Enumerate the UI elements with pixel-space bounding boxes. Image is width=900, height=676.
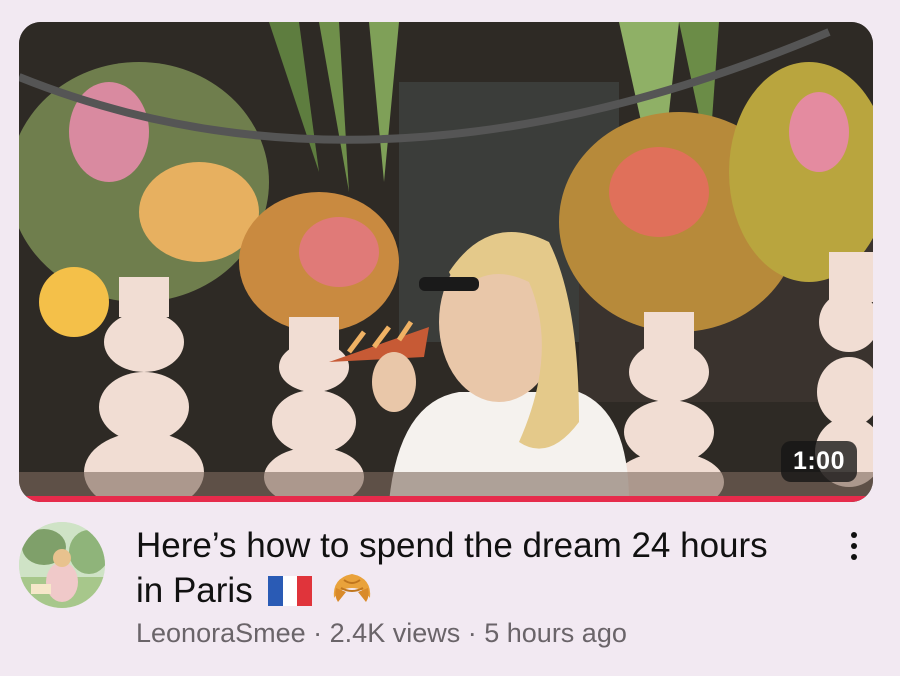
more-options-button[interactable] (838, 524, 870, 568)
video-thumbnail[interactable]: 1:00 (19, 22, 873, 502)
video-title[interactable]: Here’s how to spend the dream 24 hours i… (136, 524, 776, 623)
meta-separator: · (313, 618, 323, 648)
meta-separator: · (467, 618, 477, 648)
watch-progress-fill (19, 496, 873, 502)
flag-france-icon (268, 573, 313, 617)
video-card[interactable]: 1:00 Here’s how to spend the dream 24 ho… (0, 0, 900, 676)
watch-progress-bar (19, 496, 873, 502)
upload-time: 5 hours ago (484, 618, 627, 648)
view-count: 2.4K views (329, 618, 461, 648)
duration-badge: 1:00 (780, 441, 857, 482)
croissant-icon (328, 568, 376, 623)
more-vertical-icon (851, 532, 857, 538)
thumbnail-image (19, 22, 873, 502)
channel-name[interactable]: LeonoraSmee (136, 618, 306, 648)
avatar-image (19, 522, 105, 608)
video-title-text: Here’s how to spend the dream 24 hours i… (136, 526, 768, 610)
video-metadata: LeonoraSmee · 2.4K views · 5 hours ago (136, 618, 627, 649)
channel-avatar[interactable] (19, 522, 105, 608)
